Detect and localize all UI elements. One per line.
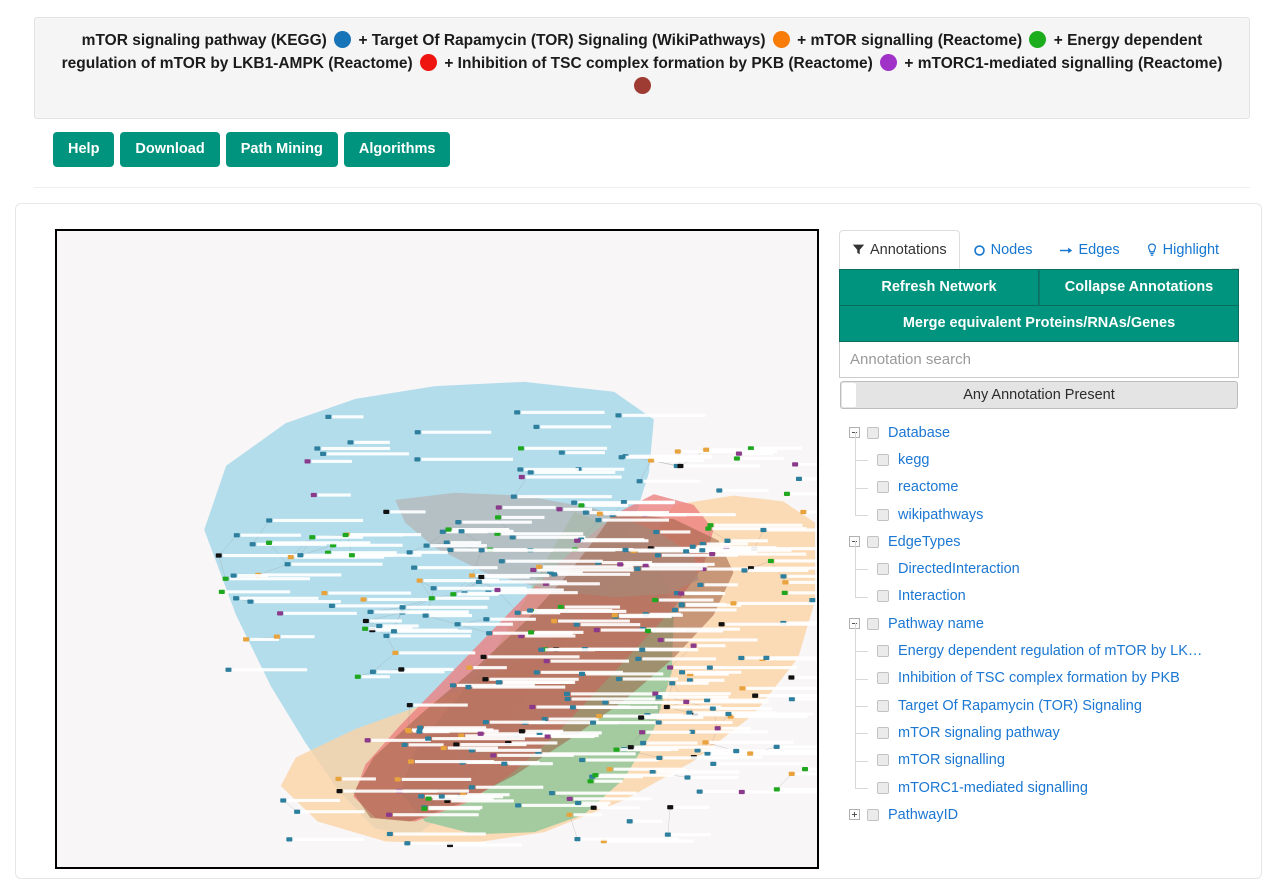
tree-item-label: mTOR signaling pathway	[898, 724, 1060, 741]
legend-label-1: + Target Of Rapamycin (TOR) Signaling (W…	[358, 32, 770, 49]
tree-item-label: DirectedInteraction	[898, 561, 1020, 578]
tree-checkbox[interactable]	[877, 590, 889, 603]
tree-item-label: Target Of Rapamycin (TOR) Signaling	[898, 697, 1142, 714]
tree-checkbox[interactable]	[867, 617, 879, 630]
legend-dot-5	[633, 77, 651, 94]
arrow-right-icon	[1059, 244, 1074, 257]
tree-group-database[interactable]: Database	[839, 419, 1239, 446]
legend-label-2: + mTOR signalling (Reactome)	[797, 32, 1027, 49]
network-graph-svg[interactable]	[57, 231, 817, 867]
tree-group-label: Database	[888, 424, 951, 441]
tree-checkbox[interactable]	[877, 699, 889, 712]
tree-item-reactome[interactable]: reactome	[839, 459, 1239, 501]
tree-item-label: Energy dependent regulation of mTOR by L…	[898, 643, 1203, 660]
tree-item-kegg[interactable]: kegg	[839, 432, 1239, 473]
tree-item-inhibition-of-tsc-complex-formation-by-pkb[interactable]: Inhibition of TSC complex formation by P…	[839, 650, 1239, 692]
main-content-panel: Annotations Nodes Edges Highlight Refresh N…	[15, 203, 1262, 879]
tree-item-directedinteraction[interactable]: DirectedInteraction	[839, 541, 1239, 582]
legend-dot-1	[772, 31, 790, 48]
tab-edges[interactable]: Edges	[1045, 230, 1133, 269]
tree-checkbox[interactable]	[867, 426, 879, 439]
network-action-buttons: Refresh Network Collapse Annotations	[839, 269, 1239, 306]
tab-highlight[interactable]: Highlight	[1132, 230, 1233, 269]
expand-icon[interactable]	[849, 809, 860, 821]
network-graph-canvas[interactable]	[55, 229, 819, 869]
tree-group-label: EdgeTypes	[888, 533, 961, 550]
tree-group-pathway-name[interactable]: Pathway name	[839, 610, 1239, 637]
tab-label: Highlight	[1162, 242, 1220, 258]
tree-checkbox[interactable]	[877, 563, 889, 576]
legend-label-4: + Inhibition of TSC complex formation by…	[444, 55, 878, 72]
tab-nodes[interactable]: Nodes	[959, 230, 1046, 269]
main-toolbar: Help Download Path Mining Algorithms	[34, 132, 1250, 188]
legend-dot-4	[880, 54, 898, 71]
annotations-side-panel: Annotations Nodes Edges Highlight Refresh N…	[839, 229, 1239, 869]
tree-group-label: Pathway name	[888, 615, 984, 632]
tab-label: Annotations	[870, 241, 947, 258]
pathway-legend-text: mTOR signaling pathway (KEGG) + Target O…	[35, 18, 1249, 98]
legend-label-0: mTOR signaling pathway (KEGG)	[81, 32, 332, 49]
tree-checkbox[interactable]	[867, 535, 879, 548]
tree-group-edgetypes[interactable]: EdgeTypes	[839, 528, 1239, 555]
path-mining-button[interactable]: Path Mining	[225, 132, 338, 167]
tree-item-wikipathways[interactable]: wikipathways	[839, 486, 1239, 528]
tree-checkbox[interactable]	[877, 781, 889, 794]
tree-checkbox[interactable]	[877, 726, 889, 739]
tree-checkbox[interactable]	[877, 508, 889, 521]
tab-annotations[interactable]: Annotations	[839, 230, 960, 269]
tree-checkbox[interactable]	[877, 672, 889, 685]
tree-group-pathwayid[interactable]: PathwayID	[839, 801, 1239, 828]
download-button[interactable]: Download	[120, 132, 220, 167]
tab-label: Nodes	[990, 242, 1033, 258]
algorithms-button[interactable]: Algorithms	[343, 132, 451, 167]
tree-checkbox[interactable]	[877, 453, 889, 466]
tree-checkbox[interactable]	[877, 481, 889, 494]
tree-item-label: mTOR signalling	[898, 752, 1005, 769]
legend-dot-0	[334, 31, 352, 48]
tree-item-mtor-signaling-pathway[interactable]: mTOR signaling pathway	[839, 705, 1239, 746]
tree-item-label: reactome	[898, 479, 959, 496]
circle-icon	[973, 244, 986, 257]
tree-checkbox[interactable]	[867, 808, 879, 821]
tree-item-interaction[interactable]: Interaction	[839, 568, 1239, 610]
tree-checkbox[interactable]	[877, 645, 889, 658]
tree-item-label: Interaction	[898, 588, 966, 605]
side-panel-tabs: Annotations Nodes Edges Highlight	[839, 229, 1239, 269]
tree-item-mtor-signalling[interactable]: mTOR signalling	[839, 732, 1239, 774]
merge-equivalent-button[interactable]: Merge equivalent Proteins/RNAs/Genes	[839, 306, 1239, 342]
help-button[interactable]: Help	[53, 132, 115, 167]
tree-item-mtorc1-mediated-signalling[interactable]: mTORC1-mediated signalling	[839, 759, 1239, 801]
tree-checkbox[interactable]	[877, 754, 889, 767]
tree-item-label: mTORC1-mediated signalling	[898, 779, 1088, 796]
lightbulb-icon	[1146, 243, 1158, 257]
collapse-annotations-button[interactable]: Collapse Annotations	[1039, 269, 1239, 306]
tree-item-label: kegg	[898, 451, 930, 468]
legend-label-5: + mTORC1-mediated signalling (Reactome)	[904, 55, 1223, 72]
legend-dot-2	[1029, 31, 1047, 48]
annotation-tree: Database kegg reactome wikipathways EdgeType…	[839, 419, 1239, 828]
filter-funnel-icon	[852, 243, 865, 256]
tree-item-label: Inhibition of TSC complex formation by P…	[898, 670, 1180, 687]
toggle-label: Any Annotation Present	[963, 387, 1115, 403]
refresh-network-button[interactable]: Refresh Network	[839, 269, 1039, 306]
annotation-search-input[interactable]	[839, 342, 1239, 378]
legend-dot-3	[420, 54, 438, 71]
tab-label: Edges	[1078, 242, 1120, 258]
tree-item-label: wikipathways	[898, 506, 984, 523]
tree-item-energy-dependent-regulation-of-mtor-by-lk[interactable]: Energy dependent regulation of mTOR by L…	[839, 623, 1239, 664]
any-annotation-present-toggle[interactable]: Any Annotation Present	[840, 381, 1238, 409]
tree-item-target-of-rapamycin-tor-signaling[interactable]: Target Of Rapamycin (TOR) Signaling	[839, 677, 1239, 719]
pathway-legend-panel: mTOR signaling pathway (KEGG) + Target O…	[34, 17, 1250, 119]
tree-group-label: PathwayID	[888, 806, 959, 823]
